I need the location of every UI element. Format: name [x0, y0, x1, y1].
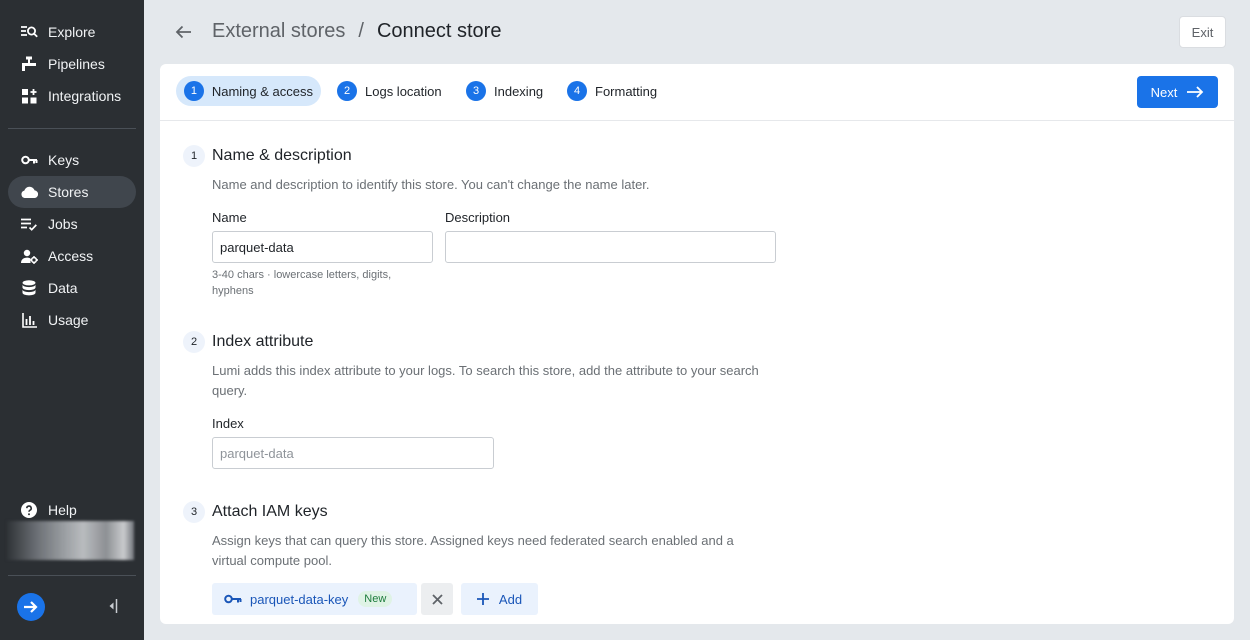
user-account[interactable]: [7, 521, 134, 560]
description-input[interactable]: [445, 231, 776, 263]
index-input[interactable]: [212, 437, 494, 469]
sidebar-item-label: Data: [48, 280, 78, 296]
sidebar-item-integrations[interactable]: Integrations: [8, 80, 136, 112]
key-name: parquet-data-key: [250, 591, 349, 607]
integrations-icon: [20, 87, 38, 105]
sidebar-item-label: Pipelines: [48, 56, 105, 72]
step-number: 2: [337, 81, 357, 101]
step-logs-location[interactable]: 2 Logs location: [337, 76, 442, 106]
section-description: Assign keys that can query this store. A…: [212, 533, 734, 568]
close-icon: [431, 593, 443, 605]
section-number: 3: [183, 501, 205, 523]
access-icon: [20, 247, 38, 265]
section-title: Index attribute: [212, 333, 314, 350]
section-description: Lumi adds this index attribute to your l…: [212, 363, 759, 398]
arrow-left-icon: [175, 25, 191, 39]
key-icon: [20, 151, 38, 169]
help-icon: [20, 501, 38, 519]
step-label: Formatting: [595, 83, 658, 99]
sidebar-item-label: Jobs: [48, 216, 78, 232]
sidebar-item-label: Usage: [48, 312, 89, 328]
sidebar-item-label: Help: [48, 502, 77, 518]
add-label: Add: [498, 591, 523, 607]
name-input[interactable]: [212, 231, 433, 263]
bar-chart-icon: [20, 311, 38, 329]
sidebar-item-label: Integrations: [48, 88, 122, 104]
connect-store-card: 1 Naming & access 2 Logs location 3 Inde…: [160, 64, 1234, 624]
sidebar-item-data[interactable]: Data: [8, 272, 136, 304]
next-label: Next: [1150, 84, 1178, 100]
collapse-icon: [109, 599, 118, 613]
pipelines-icon: [20, 55, 38, 73]
collapse-sidebar-button[interactable]: [105, 597, 121, 615]
sidebar-item-jobs[interactable]: Jobs: [8, 208, 136, 240]
step-formatting[interactable]: 4 Formatting: [567, 76, 657, 106]
arrow-right-icon: [1187, 86, 1204, 98]
step-label: Indexing: [494, 83, 544, 99]
sidebar-item-keys[interactable]: Keys: [8, 144, 136, 176]
remove-key-button[interactable]: [421, 583, 453, 615]
step-number: 3: [466, 81, 486, 101]
sidebar-item-label: Keys: [48, 152, 80, 168]
new-badge: New: [358, 591, 393, 607]
key-icon: [224, 594, 242, 604]
sidebar-item-explore[interactable]: Explore: [8, 16, 136, 48]
step-number: 1: [184, 81, 204, 101]
breadcrumb: External stores / Connect store: [212, 20, 501, 43]
step-label: Naming & access: [211, 83, 313, 99]
sidebar-item-label: Explore: [48, 24, 96, 40]
exit-button[interactable]: Exit: [1179, 16, 1226, 48]
breadcrumb-separator: /: [358, 20, 364, 42]
jobs-icon: [20, 215, 38, 233]
step-number: 4: [567, 81, 587, 101]
cloud-icon: [20, 183, 38, 201]
sidebar-item-pipelines[interactable]: Pipelines: [8, 48, 136, 80]
plus-icon: [476, 593, 489, 605]
description-label: Description: [445, 210, 511, 225]
name-hint: 3-40 chars · lowercase letters, digits, …: [212, 269, 392, 297]
sidebar-item-stores[interactable]: Stores: [8, 176, 136, 208]
back-button[interactable]: [174, 22, 194, 42]
brand-logo[interactable]: [17, 593, 45, 621]
section-number: 2: [183, 331, 205, 353]
section-number: 1: [183, 145, 205, 167]
index-label: Index: [212, 416, 244, 431]
name-label: Name: [212, 210, 247, 225]
step-label: Logs location: [365, 83, 442, 99]
step-naming-access[interactable]: 1 Naming & access: [176, 76, 321, 106]
next-button[interactable]: Next: [1137, 76, 1218, 108]
sidebar-item-label: Stores: [48, 184, 89, 200]
add-key-button[interactable]: Add: [461, 583, 538, 615]
stepper: 1 Naming & access 2 Logs location 3 Inde…: [160, 64, 1234, 121]
section-title: Attach IAM keys: [212, 503, 328, 520]
step-indexing[interactable]: 3 Indexing: [466, 76, 543, 106]
sidebar-divider: [8, 128, 136, 129]
arrow-right-icon: [24, 601, 38, 613]
sidebar-divider: [8, 575, 136, 576]
sidebar-item-access[interactable]: Access: [8, 240, 136, 272]
sidebar-item-usage[interactable]: Usage: [8, 304, 136, 336]
sidebar-item-label: Access: [48, 248, 94, 264]
page-title: Connect store: [376, 20, 502, 42]
database-icon: [20, 279, 38, 297]
explore-icon: [20, 23, 38, 41]
section-title: Name & description: [212, 147, 352, 164]
breadcrumb-parent-link[interactable]: External stores: [212, 20, 345, 43]
section-description: Name and description to identify this st…: [212, 177, 650, 192]
attached-key-chip[interactable]: parquet-data-key New: [212, 583, 417, 615]
sidebar: Explore Pipelines Integrations Keys Stor…: [0, 0, 144, 640]
